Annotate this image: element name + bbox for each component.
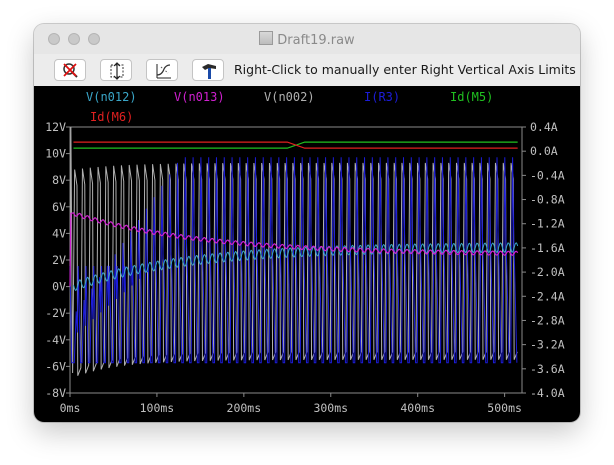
right-tick-label: -2.8A bbox=[530, 313, 565, 327]
right-tick-label: 0.4A bbox=[530, 120, 558, 134]
legend-entry: Id(M5) bbox=[450, 90, 493, 104]
axis-limits-button[interactable] bbox=[146, 59, 178, 81]
axis-limits-icon bbox=[156, 64, 171, 79]
right-tick-label: 0.0A bbox=[530, 144, 558, 158]
left-tick-label: -8V bbox=[45, 386, 66, 400]
right-tick-label: -2.4A bbox=[530, 289, 565, 303]
x-tick-label: 200ms bbox=[227, 401, 262, 415]
left-tick-label: 0V bbox=[52, 280, 66, 294]
legend-entry: V(n002) bbox=[264, 90, 315, 104]
x-tick-label: 300ms bbox=[313, 401, 348, 415]
x-tick-label: 0ms bbox=[60, 401, 81, 415]
x-tick-label: 100ms bbox=[140, 401, 175, 415]
waveform-chart[interactable]: 12V 10V 8V 6V 4V 2V 0V -2V -4V -6V -8V 0.4A 0.0A -0.4… bbox=[34, 86, 580, 422]
left-tick-label: -4V bbox=[45, 333, 66, 347]
right-tick-label: -3.6A bbox=[530, 362, 565, 376]
plot-window: Draft19.raw Right-Click to manually ente… bbox=[34, 24, 580, 422]
right-tick-label: -3.2A bbox=[530, 338, 565, 352]
right-tick-label: -0.8A bbox=[530, 193, 565, 207]
right-tick-label: -1.6A bbox=[530, 241, 565, 255]
document-icon bbox=[259, 31, 274, 45]
legend-entry: V(n012) bbox=[86, 90, 137, 104]
left-tick-label: 8V bbox=[52, 173, 66, 187]
series-id-m6 bbox=[73, 141, 518, 149]
hammer-button[interactable] bbox=[192, 59, 224, 81]
hammer-icon bbox=[202, 64, 216, 79]
autorange-button[interactable] bbox=[100, 59, 132, 81]
left-tick-label: 4V bbox=[52, 226, 66, 240]
toolbar-message: Right-Click to manually enter Right Vert… bbox=[234, 62, 576, 77]
x-tick-label: 400ms bbox=[400, 401, 435, 415]
left-tick-label: -2V bbox=[45, 306, 66, 320]
zoom-cancel-icon bbox=[63, 63, 78, 78]
title-bar: Draft19.raw bbox=[34, 24, 580, 54]
right-tick-label: -2.0A bbox=[530, 265, 565, 279]
left-tick-label: 6V bbox=[52, 200, 66, 214]
right-tick-label: -1.2A bbox=[530, 217, 565, 231]
window-title-wrap: Draft19.raw bbox=[34, 31, 580, 48]
legend-entry: V(n013) bbox=[174, 90, 225, 104]
legend-entry: I(R3) bbox=[364, 90, 400, 104]
left-tick-label: -6V bbox=[45, 359, 66, 373]
plot-area[interactable]: 12V 10V 8V 6V 4V 2V 0V -2V -4V -6V -8V 0.4A 0.0A -0.4… bbox=[34, 86, 580, 422]
left-tick-label: 10V bbox=[45, 147, 66, 161]
window-title: Draft19.raw bbox=[277, 33, 355, 48]
right-tick-label: -4.0A bbox=[530, 386, 565, 400]
left-tick-label: 12V bbox=[45, 120, 66, 134]
right-tick-label: -0.4A bbox=[530, 168, 565, 182]
x-tick-label: 500ms bbox=[487, 401, 522, 415]
toolbar: Right-Click to manually enter Right Vert… bbox=[34, 54, 580, 87]
autorange-icon bbox=[110, 62, 124, 80]
left-tick-label: 2V bbox=[52, 253, 66, 267]
legend-entry: Id(M6) bbox=[90, 110, 133, 124]
zoom-cancel-button[interactable] bbox=[54, 59, 86, 81]
